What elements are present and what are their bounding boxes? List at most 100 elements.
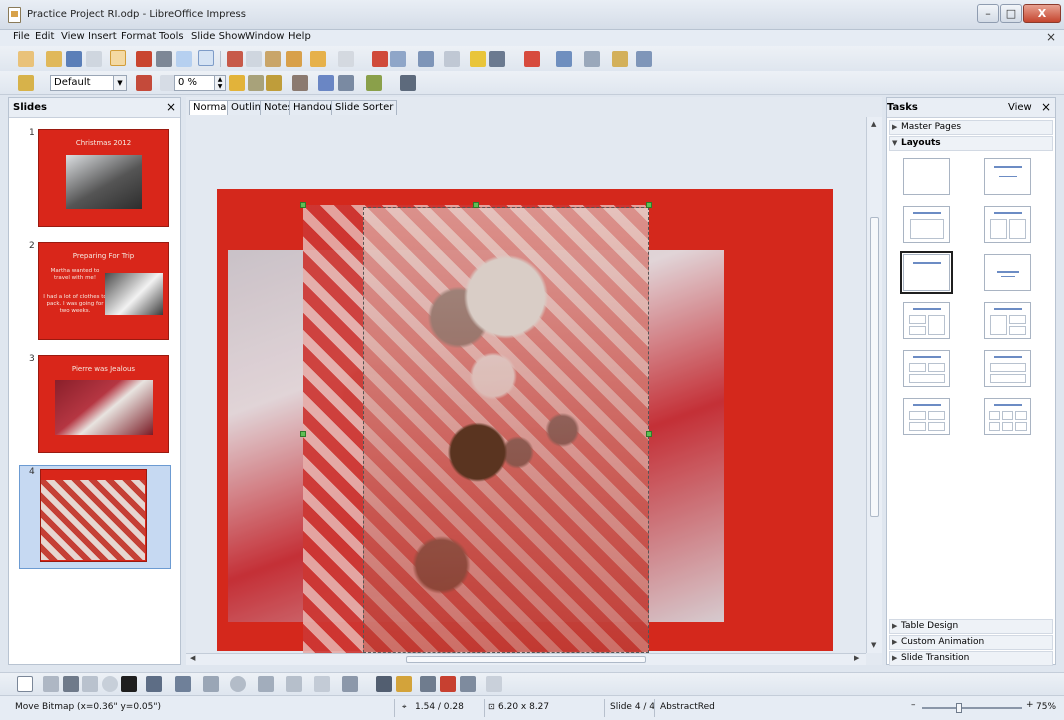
slide-layout-icon[interactable] [584,51,600,67]
menu-view[interactable]: View [61,31,85,42]
vertical-scrollbar[interactable]: ▲ ▼ [866,117,882,653]
vertical-scroll-thumb[interactable] [870,217,879,517]
maximize-button[interactable]: □ [1000,4,1022,23]
flip-icon[interactable] [248,75,264,91]
slide-canvas[interactable] [186,117,866,653]
curve-icon[interactable] [146,676,162,692]
section-slide-transition[interactable]: ▶ Slide Transition [889,651,1053,666]
status-zoom[interactable]: 75% [1036,702,1056,712]
section-table-design[interactable]: ▶ Table Design [889,619,1053,634]
close-window-button[interactable]: X [1023,4,1061,23]
shadow-icon[interactable] [292,75,308,91]
layout-title-box[interactable] [903,206,950,243]
layout-title-two-boxes[interactable] [984,206,1031,243]
menu-format[interactable]: Format [121,31,156,42]
layout-title-6content[interactable] [984,398,1031,435]
helplines-icon[interactable] [444,51,460,67]
resize-handle[interactable] [473,202,479,208]
bring-to-front-icon[interactable] [318,75,334,91]
arrow-line-icon[interactable] [63,676,79,692]
minimize-button[interactable]: – [977,4,999,23]
tab-slide-sorter[interactable]: Slide Sorter [331,100,398,115]
rotate-icon[interactable] [400,75,416,91]
slide-thumbnail-3[interactable]: Pierre was Jealous [38,355,169,453]
layout-title-2content-1[interactable] [903,302,950,339]
copy-icon[interactable] [246,51,262,67]
layout-title-content-2content[interactable] [984,302,1031,339]
menu-window[interactable]: Window [245,31,284,42]
horizontal-scroll-thumb[interactable] [406,656,646,663]
scroll-down-icon[interactable]: ▼ [871,641,876,649]
layout-title-only[interactable] [900,251,953,294]
section-master-pages[interactable]: ▶ Master Pages [889,120,1053,135]
align-icon[interactable] [338,75,354,91]
scroll-right-icon[interactable]: ▶ [854,654,859,662]
text-tool-icon[interactable] [121,676,137,692]
gallery-icon[interactable] [460,676,476,692]
print-icon[interactable] [156,51,172,67]
close-document-icon[interactable]: × [1046,30,1056,44]
ellipse-icon[interactable] [102,676,118,692]
resize-handle[interactable] [646,431,652,437]
export-pdf-icon[interactable] [136,51,152,67]
resize-handle[interactable] [300,431,306,437]
email-icon[interactable] [86,51,102,67]
from-file-icon[interactable] [440,676,456,692]
close-slides-panel-icon[interactable]: × [166,100,176,114]
extrusion-icon[interactable] [486,676,502,692]
slide-thumbnail-4[interactable] [40,469,147,562]
fontwork-icon[interactable] [420,676,436,692]
slide-thumbnail-1[interactable]: Christmas 2012 [38,129,169,227]
spellcheck-icon[interactable] [176,51,192,67]
callouts-icon[interactable] [314,676,330,692]
graphics-style-select[interactable]: Default ▼ [50,75,127,91]
help-icon[interactable] [524,51,540,67]
glue-points-icon[interactable] [396,676,412,692]
basic-shapes-icon[interactable] [203,676,219,692]
zoom-in-icon[interactable]: + [1026,700,1034,710]
select-arrow-icon[interactable] [17,676,33,692]
resize-handle[interactable] [300,202,306,208]
zoom-out-icon[interactable]: – [911,700,916,710]
slide-show-icon[interactable] [612,51,628,67]
horizontal-scrollbar[interactable]: ◀ ▶ [186,653,866,665]
menu-slide-show[interactable]: Slide Show [191,31,246,42]
menu-file[interactable]: File [13,31,30,42]
scroll-up-icon[interactable]: ▲ [871,120,876,128]
section-layouts[interactable]: ▼ Layouts [889,136,1053,151]
navigator-icon[interactable] [470,51,486,67]
slide-thumbnail-2[interactable]: Preparing For Trip Martha wanted to trav… [38,242,169,340]
rectangle-icon[interactable] [82,676,98,692]
symbol-shapes-icon[interactable] [230,676,246,692]
line-tool-icon[interactable] [43,676,59,692]
color-mode-icon[interactable] [229,75,245,91]
presentation-minimizer-icon[interactable] [636,51,652,67]
menu-tools[interactable]: Tools [159,31,184,42]
tasks-view-menu[interactable]: View [1008,102,1032,113]
autospellcheck-icon[interactable] [198,50,214,66]
menu-insert[interactable]: Insert [88,31,117,42]
crop-icon[interactable] [266,75,282,91]
scroll-left-icon[interactable]: ◀ [190,654,195,662]
spin-arrows-icon[interactable]: ▲ ▼ [214,76,225,90]
line-icon[interactable] [18,75,34,91]
display-grid-icon[interactable] [418,51,434,67]
cut-icon[interactable] [227,51,243,67]
section-custom-animation[interactable]: ▶ Custom Animation [889,635,1053,650]
chart-icon[interactable] [372,51,388,67]
save-icon[interactable] [66,51,82,67]
transparency-spinbox[interactable]: 0 % ▲ ▼ [174,75,226,91]
status-master[interactable]: AbstractRed [660,702,715,712]
new-document-icon[interactable] [18,51,34,67]
close-tasks-panel-icon[interactable]: × [1041,100,1051,114]
paste-icon[interactable] [265,51,281,67]
graphic-filter-icon[interactable] [136,75,152,91]
edit-file-icon[interactable] [110,50,126,66]
stars-icon[interactable] [342,676,358,692]
layout-title-2content-over[interactable] [903,350,950,387]
resize-handle[interactable] [646,202,652,208]
zoom-slider-knob[interactable] [956,703,962,713]
zoom-icon[interactable] [489,51,505,67]
impress-app-icon[interactable] [8,7,21,23]
slide-design-icon[interactable] [556,51,572,67]
